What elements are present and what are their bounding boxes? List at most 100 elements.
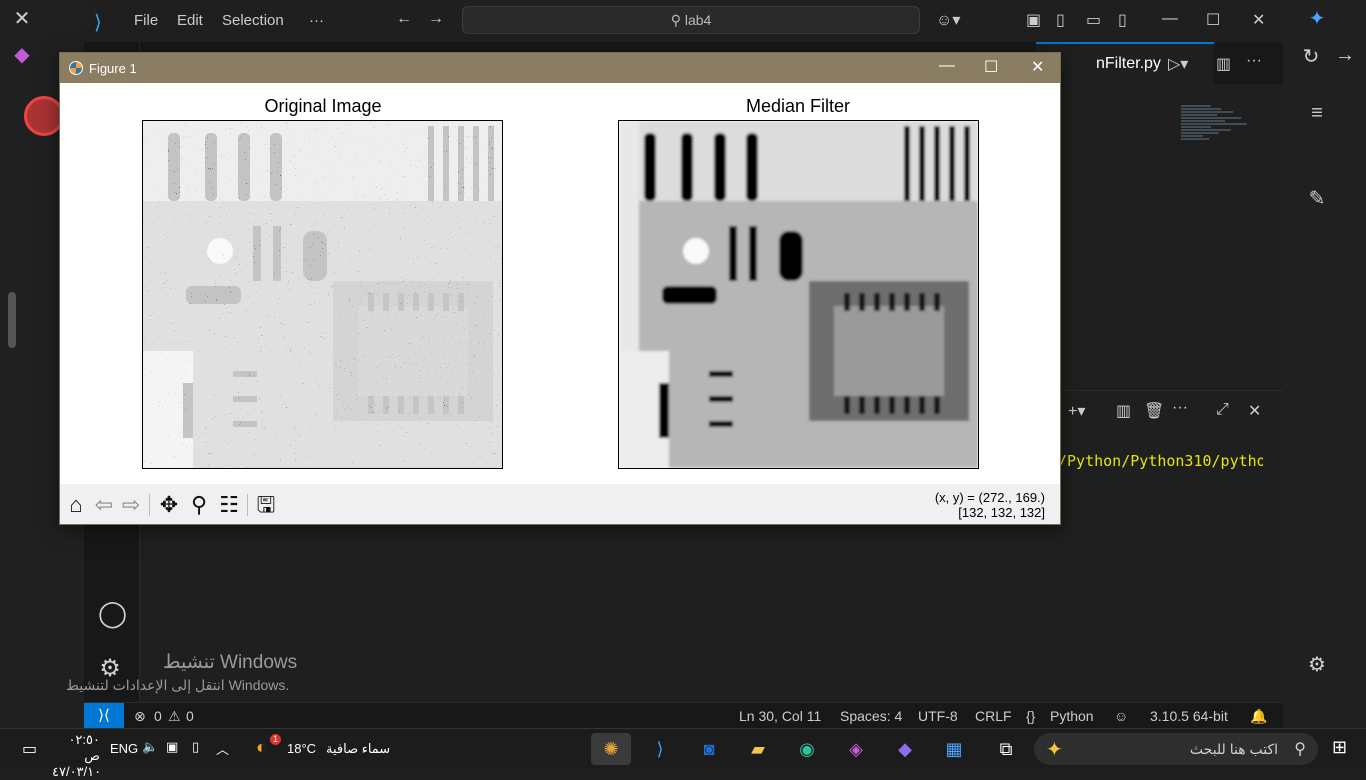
cursor-position[interactable]: Ln 30, Col 11 <box>739 708 821 724</box>
zoom-icon[interactable]: ⚲ <box>186 492 212 518</box>
toggle-panel-icon[interactable]: ▭ <box>1086 10 1101 30</box>
copilot-icon[interactable]: ◆ <box>10 42 34 67</box>
clock-date: ٤٧/٠٣/١٠ <box>52 764 102 779</box>
forward-icon[interactable]: → <box>1333 44 1357 67</box>
taskbar: ▭ ٠٢:٥٠ ص ٤٧/٠٣/١٠ ENG 🔈 ▣ ▯ ︿ ◐ 1 18°C … <box>0 728 1366 779</box>
menu-more[interactable]: ··· <box>309 12 324 29</box>
settings-icon[interactable]: ⚙ <box>1305 652 1329 677</box>
minimap[interactable] <box>1181 104 1251 174</box>
minimize-icon[interactable]: — <box>1162 10 1178 28</box>
toolbar-divider <box>247 494 248 516</box>
matplotlib-logo-icon <box>69 61 83 75</box>
python-interpreter[interactable]: 3.10.5 64-bit <box>1150 708 1228 724</box>
command-center-search[interactable]: ⚲ lab4 <box>462 6 920 34</box>
toolbar-divider <box>149 494 150 516</box>
vscode-logo-icon: ⟩ <box>94 12 102 34</box>
layout-icon[interactable]: ▣ <box>1026 10 1041 30</box>
more-actions-icon[interactable]: ··· <box>1246 52 1262 70</box>
refresh-icon[interactable]: ↻ <box>1299 44 1323 69</box>
clock-time: ٠٢:٥٠ ص <box>68 732 100 763</box>
taskbar-app-store[interactable]: ▦ <box>934 733 974 765</box>
maximize-icon[interactable]: ☐ <box>1206 10 1220 30</box>
braces-icon: {} <box>1026 708 1036 724</box>
encoding[interactable]: UTF-8 <box>918 708 958 724</box>
vscode-icon: ⟩ <box>656 739 664 759</box>
errors-count[interactable]: 0 <box>154 708 162 724</box>
taskbar-app-edge[interactable]: ◉ <box>787 733 827 765</box>
configure-subplots-icon[interactable]: ☷ <box>216 492 242 518</box>
temperature[interactable]: 18°C <box>287 741 316 756</box>
account-icon[interactable]: ◯ <box>98 598 127 629</box>
notifications-icon[interactable]: ▭ <box>22 739 37 759</box>
coordinate-xy: (x, y) = (272., 169.) <box>934 490 1045 505</box>
compose-icon[interactable]: ✎ <box>1305 186 1329 211</box>
store-icon: ▦ <box>945 739 963 759</box>
line-ending[interactable]: CRLF <box>975 708 1012 724</box>
kill-terminal-icon[interactable]: 🗑 <box>1144 401 1164 421</box>
remote-indicator-icon[interactable]: ⟩⟨ <box>84 703 124 729</box>
menu-file[interactable]: File <box>134 12 158 29</box>
minimize-icon[interactable]: — <box>939 57 955 75</box>
copilot-status-icon[interactable]: ☺ <box>1114 708 1128 724</box>
close-icon[interactable]: ✕ <box>1252 10 1265 30</box>
close-icon[interactable]: ✕ <box>1031 57 1044 77</box>
volume-icon[interactable]: 🔈 <box>142 739 158 755</box>
figure-title-bar[interactable]: Figure 1 — ☐ ✕ <box>60 53 1060 83</box>
start-windows-icon[interactable]: ⊞ <box>1332 737 1347 758</box>
taskbar-app-copilot[interactable]: ◆ <box>885 733 925 765</box>
menu-selection[interactable]: Selection <box>222 12 284 29</box>
original-image[interactable] <box>142 120 503 469</box>
forward-arrow-icon[interactable]: → <box>428 10 444 28</box>
status-bar: ⟩⟨ ⊗ 0 ⚠ 0 Ln 30, Col 11 Spaces: 4 UTF-8… <box>84 702 1283 729</box>
indentation[interactable]: Spaces: 4 <box>840 708 902 724</box>
split-editor-icon[interactable]: ▥ <box>1216 54 1231 74</box>
home-icon[interactable]: ⌂ <box>63 492 89 518</box>
language-indicator[interactable]: ENG <box>110 741 138 756</box>
taskbar-search[interactable]: ✦ اكتب هنا للبحث ⚲ <box>1034 733 1318 765</box>
toggle-sidebar-icon[interactable]: ▯ <box>1056 10 1065 30</box>
menu-edit[interactable]: Edit <box>177 12 203 29</box>
clock[interactable]: ٠٢:٥٠ ص ٤٧/٠٣/١٠ <box>52 732 102 780</box>
chevron-up-icon[interactable]: ︿ <box>216 739 229 758</box>
language-mode[interactable]: Python <box>1050 708 1094 724</box>
taskbar-task-view[interactable]: ⧉ <box>986 733 1026 765</box>
save-icon[interactable]: 🖫 <box>253 492 279 518</box>
back-icon[interactable]: ⇦ <box>91 492 117 518</box>
maximize-panel-icon[interactable]: ⤢ <box>1216 401 1229 419</box>
warnings-icon[interactable]: ⚠ <box>168 708 181 725</box>
weather-icon[interactable]: ◐ <box>256 737 267 758</box>
task-view-icon: ⧉ <box>999 739 1013 759</box>
search-icon: ⚲ <box>670 12 685 28</box>
errors-icon[interactable]: ⊗ <box>134 708 146 725</box>
forward-icon[interactable]: ⇨ <box>118 492 144 518</box>
scroll-handle[interactable] <box>8 292 16 348</box>
notifications-icon[interactable]: 🔔 <box>1250 708 1267 725</box>
taskbar-app-explorer[interactable]: ▰ <box>738 733 778 765</box>
gemini-icon[interactable]: ✦ <box>1305 6 1329 31</box>
warnings-count[interactable]: 0 <box>186 708 194 724</box>
copilot-icon: ◆ <box>898 739 912 759</box>
taskbar-app-outlook[interactable]: ◙ <box>689 733 729 765</box>
copilot-icon[interactable]: ☺▾ <box>936 10 960 30</box>
menu-icon[interactable]: ≡ <box>1305 102 1329 125</box>
weather-badge: 1 <box>270 734 281 745</box>
close-icon[interactable]: ✕ <box>10 6 34 31</box>
split-terminal-icon[interactable]: ▥ <box>1116 401 1131 421</box>
taskbar-app-matplotlib[interactable]: ✺ <box>591 733 631 765</box>
run-icon[interactable]: ▷▾ <box>1168 54 1188 74</box>
median-filter-image[interactable] <box>618 120 979 469</box>
taskbar-app-m365[interactable]: ◈ <box>836 733 876 765</box>
battery-icon[interactable]: ▯ <box>192 739 199 755</box>
avatar[interactable] <box>24 96 64 136</box>
more-icon[interactable]: ··· <box>1172 399 1188 417</box>
maximize-icon[interactable]: ☐ <box>984 57 998 77</box>
right-edge-panel: ✦ ↻ → ≡ ✎ ⚙ <box>1283 0 1366 728</box>
close-panel-icon[interactable]: ✕ <box>1248 401 1261 421</box>
network-icon[interactable]: ▣ <box>166 739 178 755</box>
toggle-secondary-sidebar-icon[interactable]: ▯ <box>1118 10 1127 30</box>
back-arrow-icon[interactable]: ← <box>396 10 412 28</box>
weather-text[interactable]: سماء صافية <box>326 741 390 757</box>
new-terminal-icon[interactable]: +▾ <box>1068 401 1085 421</box>
taskbar-app-vscode[interactable]: ⟩ <box>640 733 680 765</box>
pan-icon[interactable]: ✥ <box>156 492 182 518</box>
